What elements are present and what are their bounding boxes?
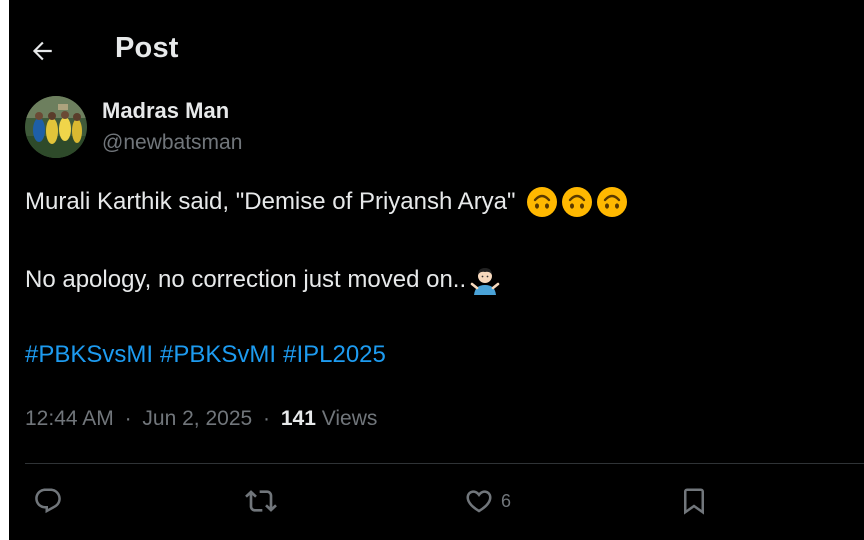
post-page: Post Madras Man @newbatsman Murali Karth…	[9, 0, 864, 540]
page-title: Post	[115, 32, 179, 64]
tweet-text: Murali Karthik said, "Demise of Priyansh…	[25, 188, 516, 215]
reply-icon	[35, 488, 61, 514]
like-button[interactable]: 6	[464, 483, 511, 519]
meta-separator: ·	[263, 407, 271, 430]
avatar[interactable]	[25, 96, 87, 158]
avatar-image	[25, 96, 87, 158]
meta-separator: ·	[124, 407, 132, 430]
bookmark-button[interactable]	[679, 483, 709, 519]
author-display-name[interactable]: Madras Man	[102, 98, 229, 124]
post-meta: 12:44 AM · Jun 2, 2025 · 141 Views	[25, 407, 377, 431]
hashtag-link[interactable]: #PBKSvMI	[160, 341, 276, 369]
post-time[interactable]: 12:44 AM	[25, 407, 114, 430]
arrow-left-icon	[32, 41, 52, 61]
views-count: 141	[280, 407, 316, 430]
heart-icon	[466, 490, 492, 513]
repost-button[interactable]	[245, 483, 277, 519]
tweet-text: No apology, no correction just moved on.…	[25, 266, 467, 293]
upside-down-face-emoji	[596, 187, 627, 217]
upside-down-face-emoji	[526, 187, 557, 217]
bookmark-icon	[684, 488, 704, 515]
back-button[interactable]	[25, 34, 59, 68]
tweet-text-line-2: No apology, no correction just moved on.…	[25, 264, 501, 296]
person-shrugging-emoji	[470, 268, 500, 295]
tweet-text-line-1: Murali Karthik said, "Demise of Priyansh…	[25, 186, 628, 218]
repost-icon	[245, 490, 277, 512]
hashtag-link[interactable]: #PBKSvsMI	[25, 341, 153, 369]
hashtag-link[interactable]: #IPL2025	[283, 341, 386, 369]
hashtag-row: #PBKSvsMI #PBKSvMI #IPL2025	[25, 341, 386, 369]
post-date[interactable]: Jun 2, 2025	[142, 407, 252, 430]
reply-button[interactable]	[33, 483, 63, 519]
post-header: Post	[9, 0, 864, 96]
author-handle[interactable]: @newbatsman	[102, 131, 242, 155]
like-count: 6	[501, 490, 512, 511]
views-label: Views	[321, 407, 378, 430]
divider	[25, 463, 864, 464]
upside-down-face-emoji	[561, 187, 592, 217]
